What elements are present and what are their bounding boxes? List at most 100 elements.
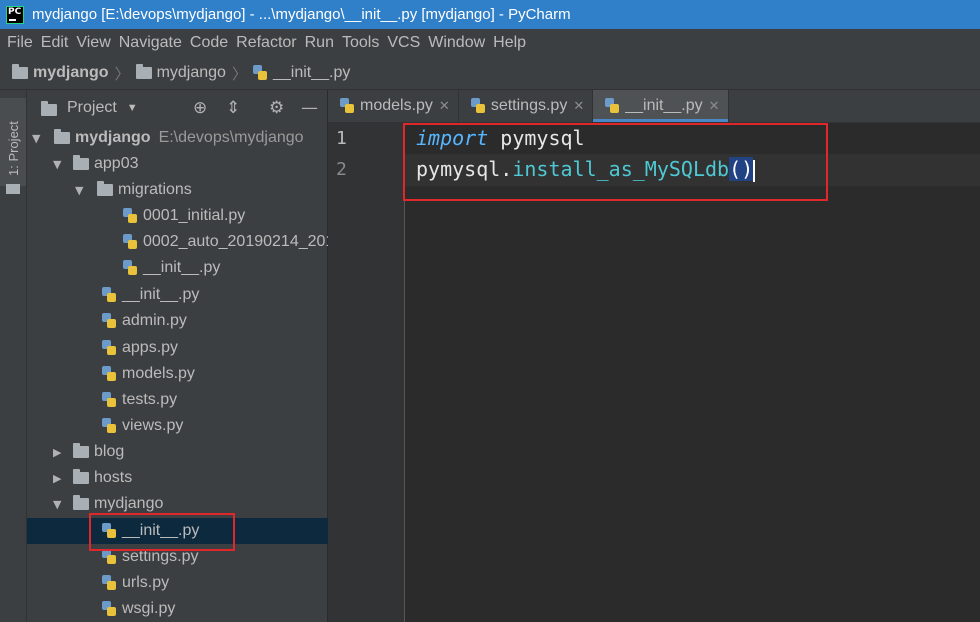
package-folder-icon <box>73 155 89 170</box>
tree-item-mydjango-root[interactable]: ▼ mydjango E:\devops\mydjango <box>27 125 332 151</box>
tab-settings[interactable]: settings.py ✕ <box>459 90 594 122</box>
gear-icon[interactable]: ⚙ <box>269 98 284 118</box>
expand-arrow-icon[interactable]: ▼ <box>53 498 67 511</box>
tree-item-label: wsgi.py <box>122 600 176 617</box>
tree-item-label: 0001_initial.py <box>143 207 246 224</box>
menu-view[interactable]: View <box>76 34 110 52</box>
close-icon[interactable]: ✕ <box>709 99 720 114</box>
tree-item-label: admin.py <box>122 312 187 329</box>
highlight-box-tree-selection <box>89 513 235 551</box>
menu-navigate[interactable]: Navigate <box>119 34 182 52</box>
editor-area: models.py ✕ settings.py ✕ __init__.py ✕ … <box>328 90 980 622</box>
tree-item-label: mydjango <box>94 495 164 512</box>
breadcrumb-root[interactable]: mydjango <box>12 63 109 82</box>
python-file-icon <box>605 98 620 114</box>
expand-arrow-icon[interactable]: ▼ <box>32 132 46 145</box>
chevron-down-icon[interactable]: ▼ <box>127 102 138 114</box>
menu-bar: File Edit View Navigate Code Refactor Ru… <box>0 29 980 57</box>
highlight-box-code <box>403 123 828 201</box>
package-folder-icon <box>97 181 113 196</box>
project-panel: Project ▼ ⊕ ⇕ ⚙ — ▼ mydjango E:\devops\m… <box>27 90 402 622</box>
line-number: 1 <box>336 128 347 149</box>
package-folder-icon <box>73 469 89 484</box>
menu-window[interactable]: Window <box>428 34 485 52</box>
tree-item-label: blog <box>94 443 125 460</box>
python-file-icon <box>102 575 117 591</box>
expand-arrow-icon[interactable]: ▶ <box>53 446 67 459</box>
python-file-icon <box>102 601 117 617</box>
editor-tabs: models.py ✕ settings.py ✕ __init__.py ✕ <box>328 90 980 123</box>
python-file-icon <box>102 366 117 382</box>
menu-tools[interactable]: Tools <box>342 34 379 52</box>
expand-arrow-icon[interactable]: ▼ <box>53 158 67 171</box>
menu-refactor[interactable]: Refactor <box>236 34 296 52</box>
menu-edit[interactable]: Edit <box>41 34 69 52</box>
python-file-icon <box>102 340 117 356</box>
tab-label: models.py <box>360 97 433 114</box>
tab-label: settings.py <box>490 97 568 114</box>
tab-label: __init__.py <box>625 97 703 114</box>
menu-help[interactable]: Help <box>493 34 526 52</box>
project-tool-tab[interactable]: 1: Project <box>0 98 26 194</box>
python-file-icon <box>123 208 138 224</box>
tree-item-blog[interactable]: ▶ blog <box>27 439 353 465</box>
menu-vcs[interactable]: VCS <box>387 34 420 52</box>
tree-item-label: app03 <box>94 155 139 172</box>
python-file-icon <box>123 234 138 250</box>
window-title: mydjango [E:\devops\mydjango] - ...\mydj… <box>32 6 571 23</box>
project-view-icon <box>41 101 57 116</box>
close-icon[interactable]: ✕ <box>439 99 450 114</box>
breadcrumb-package[interactable]: mydjango <box>135 63 226 82</box>
python-file-icon <box>102 313 117 329</box>
menu-code[interactable]: Code <box>190 34 228 52</box>
project-panel-header: Project ▼ ⊕ ⇕ ⚙ — <box>27 90 327 126</box>
tree-item-label: tests.py <box>122 391 178 408</box>
tool-window-strip: 1: Project <box>0 90 27 622</box>
package-folder-icon <box>73 443 89 458</box>
folder-icon <box>54 129 70 144</box>
menu-run[interactable]: Run <box>305 34 334 52</box>
tree-item-label: 0002_auto_20190214_2016 <box>143 233 344 250</box>
python-file-icon <box>102 392 117 408</box>
folder-icon <box>6 184 20 194</box>
close-icon[interactable]: ✕ <box>573 99 584 114</box>
tab-models[interactable]: models.py ✕ <box>328 90 459 122</box>
folder-icon <box>12 63 28 79</box>
python-file-icon <box>102 287 117 303</box>
expand-arrow-icon[interactable]: ▶ <box>53 472 67 485</box>
expand-arrow-icon[interactable]: ▼ <box>75 184 89 197</box>
tree-item-label: urls.py <box>122 574 170 591</box>
tree-item-label: views.py <box>122 417 184 434</box>
title-bar: PC mydjango [E:\devops\mydjango] - ...\m… <box>0 0 980 29</box>
tree-item-label: apps.py <box>122 339 179 356</box>
tree-item-migrations[interactable]: ▼ migrations <box>27 177 375 203</box>
tree-item-label: hosts <box>94 469 133 486</box>
python-file-icon <box>470 98 486 114</box>
collapse-all-icon[interactable]: ⇕ <box>226 98 240 118</box>
python-file-icon <box>123 260 138 276</box>
tree-item-label: __init__.py <box>143 259 221 276</box>
menu-file[interactable]: File <box>7 34 33 52</box>
line-number-gutter: 1 2 <box>328 123 405 622</box>
tree-item-hosts[interactable]: ▶ hosts <box>27 465 353 491</box>
project-view-selector[interactable]: Project <box>67 99 117 117</box>
python-file-icon <box>102 418 117 434</box>
hide-icon[interactable]: — <box>301 98 318 118</box>
tree-item-label: models.py <box>122 365 195 382</box>
locate-icon[interactable]: ⊕ <box>193 98 207 118</box>
tab-init-active[interactable]: __init__.py ✕ <box>593 90 729 122</box>
project-tool-label: 1: Project <box>6 121 21 176</box>
folder-icon <box>135 63 152 79</box>
breadcrumb-file[interactable]: __init__.py <box>252 64 350 82</box>
tree-item-app03[interactable]: ▼ app03 <box>27 151 353 177</box>
tree-item-label: migrations <box>118 181 192 198</box>
python-file-icon <box>252 64 268 81</box>
tree-item-label: __init__.py <box>122 286 200 303</box>
package-folder-icon <box>73 495 89 510</box>
line-number: 2 <box>336 159 347 180</box>
breadcrumb: mydjango 〉 mydjango 〉 __init__.py <box>0 57 980 90</box>
tree-item-path: E:\devops\mydjango <box>158 129 304 146</box>
python-file-icon <box>340 98 355 114</box>
python-file-icon <box>102 549 117 565</box>
tree-item-label: mydjango <box>75 129 151 146</box>
